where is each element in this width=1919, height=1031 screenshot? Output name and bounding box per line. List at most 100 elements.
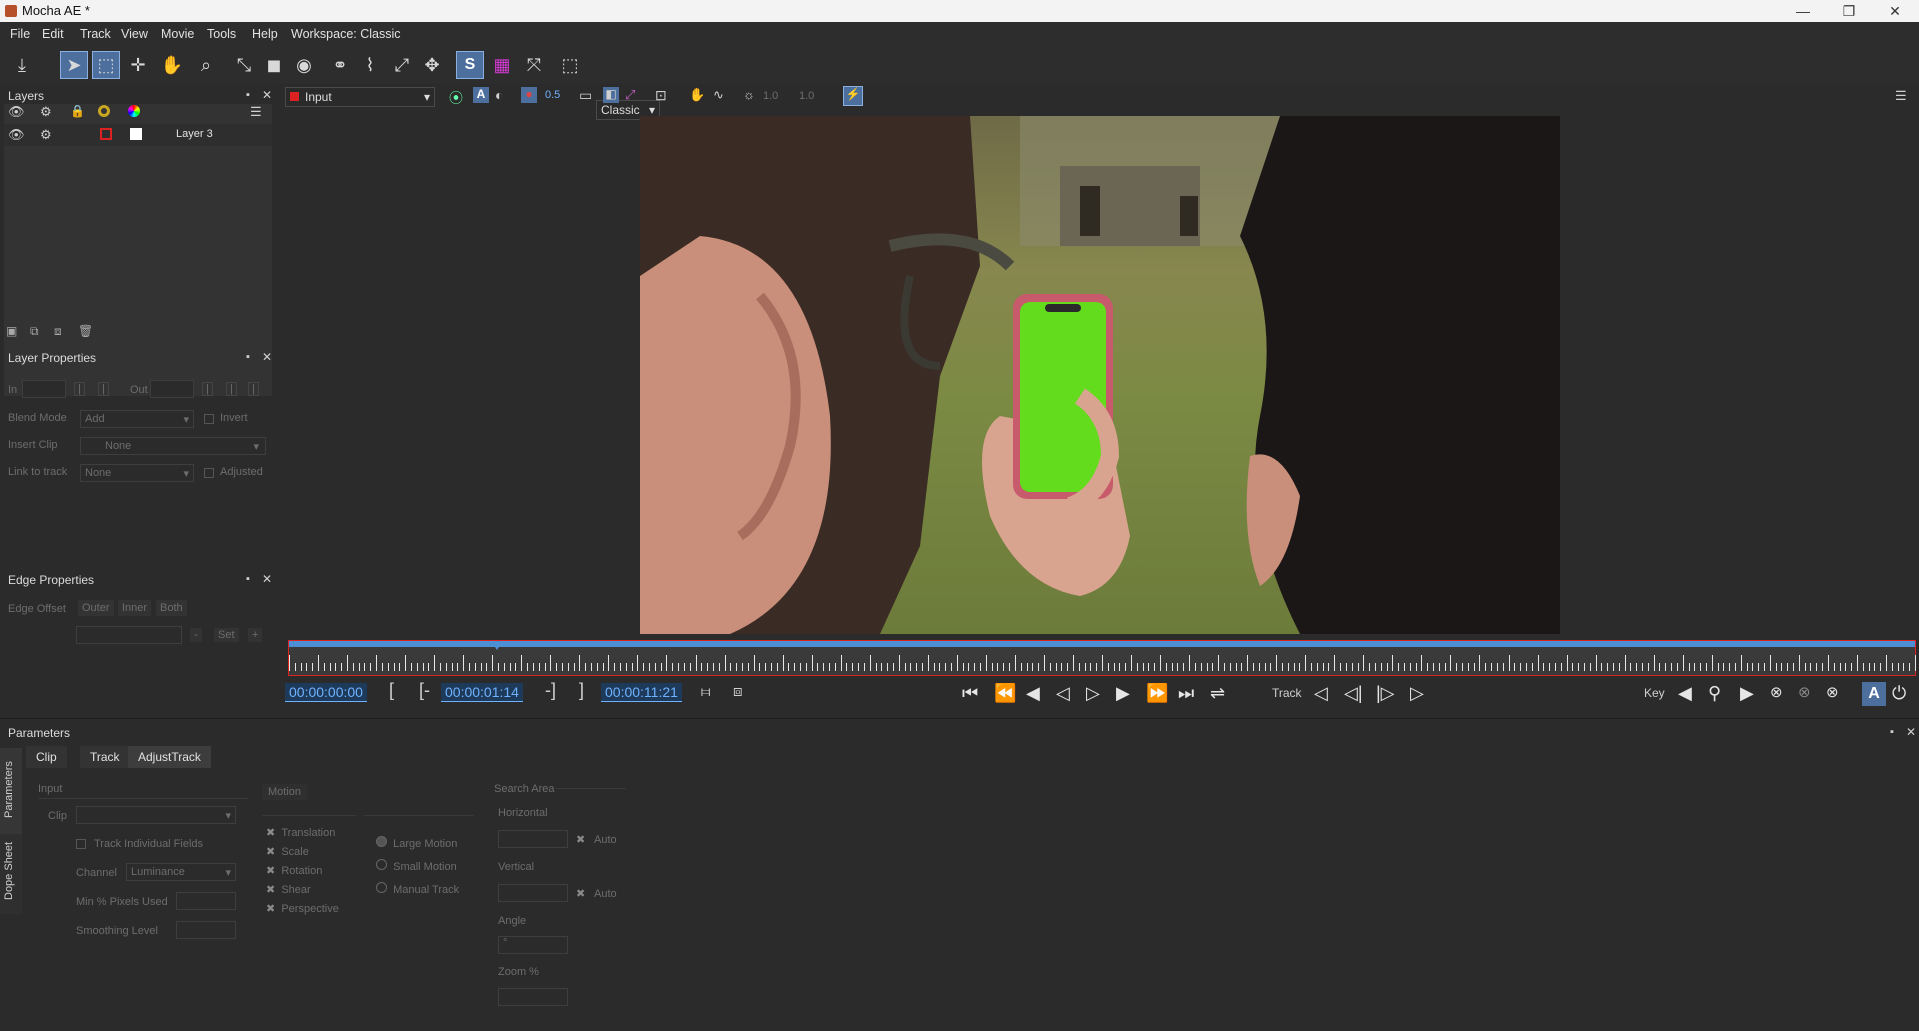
set-in-button[interactable]: |: [74, 382, 85, 396]
clear-out-button[interactable]: |: [226, 382, 237, 396]
track-backward-icon[interactable]: ◁: [1314, 683, 1328, 704]
view-source-combo[interactable]: Input ▾: [285, 87, 435, 107]
outer-button[interactable]: Outer: [78, 600, 114, 616]
track-step-back-icon[interactable]: ◁|: [1344, 683, 1363, 704]
invert-checkbox[interactable]: [204, 414, 214, 424]
clip-select[interactable]: ▾: [76, 806, 236, 824]
go-out-bracket-icon[interactable]: -]: [545, 680, 556, 701]
play-backward-icon[interactable]: ◀: [1026, 683, 1040, 704]
delete-all-keys-icon[interactable]: ⊗: [1798, 683, 1811, 701]
x-spline-tool-icon[interactable]: ⤡: [230, 51, 258, 79]
loop-icon[interactable]: ⇌: [1210, 683, 1225, 704]
horizontal-field[interactable]: [498, 830, 568, 848]
set-out-bracket-icon[interactable]: ]: [579, 680, 584, 701]
min-pixels-field[interactable]: [176, 892, 236, 910]
start-time[interactable]: 00:00:00:00: [285, 683, 367, 702]
edge-offset-field[interactable]: [76, 626, 182, 644]
value-b[interactable]: 1.0: [799, 90, 814, 102]
both-button[interactable]: Both: [156, 600, 187, 616]
prev-keyframe-icon[interactable]: ⏪: [994, 683, 1016, 704]
menu-file[interactable]: File: [10, 27, 30, 41]
vertical-field[interactable]: [498, 884, 568, 902]
layer-matte-swatch[interactable]: [130, 128, 142, 140]
vertical-auto-checkbox[interactable]: ✖: [576, 887, 585, 900]
tab-track[interactable]: Track: [80, 746, 130, 768]
angle-field[interactable]: °: [498, 936, 568, 954]
overlay-toggle-icon[interactable]: ◐: [495, 87, 503, 103]
select-tool-icon[interactable]: ➤: [60, 51, 88, 79]
menu-movie[interactable]: Movie: [161, 27, 194, 41]
add-point-tool-icon[interactable]: ✛: [124, 51, 152, 79]
value-a[interactable]: 1.0: [763, 90, 778, 102]
duplicate-layer-icon[interactable]: ⧉: [30, 324, 39, 339]
menu-track[interactable]: Track: [80, 27, 111, 41]
alpha-toggle-icon[interactable]: A: [473, 87, 489, 103]
opacity-value[interactable]: 0.5: [545, 89, 560, 101]
side-tab-dope-sheet[interactable]: Dope Sheet: [0, 834, 22, 914]
playhead-marker[interactable]: [491, 641, 503, 650]
minimize-button[interactable]: —: [1780, 0, 1826, 22]
set-in-bracket-icon[interactable]: [: [389, 680, 394, 701]
move-tool-icon[interactable]: ✥: [418, 51, 446, 79]
blend-mode-select[interactable]: Add ▾: [80, 410, 194, 428]
lock-view-icon[interactable]: ⚡: [843, 86, 863, 106]
manual-track-radio[interactable]: Manual Track: [376, 882, 459, 905]
trim-icon[interactable]: ⧦: [701, 683, 710, 700]
view-mode-icon[interactable]: ▭: [579, 87, 592, 104]
menu-tools[interactable]: Tools: [207, 27, 236, 41]
channel-select[interactable]: Luminance ▾: [126, 863, 236, 881]
step-back-icon[interactable]: ◁: [1056, 683, 1070, 704]
layer-visibility-icon[interactable]: 👁: [8, 127, 25, 143]
end-time[interactable]: 00:00:11:21: [601, 683, 682, 702]
layer-name[interactable]: Layer 3: [176, 128, 213, 140]
matte-toggle-icon[interactable]: ●: [521, 87, 537, 103]
layer-row[interactable]: 👁 ⚙ Layer 3: [4, 124, 272, 146]
close-panel-icon[interactable]: ✕: [1906, 725, 1916, 739]
next-keyframe-icon[interactable]: ⏩: [1146, 683, 1168, 704]
go-to-start-icon[interactable]: ⏮: [962, 683, 978, 704]
go-to-end-icon[interactable]: ⏭: [1178, 683, 1194, 704]
delete-keys-forward-icon[interactable]: ⊗: [1826, 683, 1839, 701]
close-panel-icon[interactable]: ✕: [262, 350, 272, 364]
brightness-icon[interactable]: ☼: [743, 87, 755, 102]
autokey-toggle-icon[interactable]: A: [1862, 682, 1886, 706]
large-motion-radio[interactable]: Large Motion: [376, 836, 459, 859]
layer-settings-icon[interactable]: ⚙: [40, 127, 52, 143]
circle-tool-icon[interactable]: ◉: [290, 51, 318, 79]
insert-clip-select[interactable]: None ▾: [80, 437, 266, 455]
curve-icon[interactable]: ∿: [713, 87, 724, 103]
surface-toggle-icon[interactable]: S: [456, 51, 484, 79]
rgb-channel-icon[interactable]: ⦿: [449, 88, 463, 108]
out-field[interactable]: [150, 380, 194, 398]
compare-view-icon[interactable]: ◧: [603, 87, 619, 103]
in-field[interactable]: [22, 380, 66, 398]
smoothing-field[interactable]: [176, 921, 236, 939]
go-in-bracket-icon[interactable]: [-: [419, 680, 430, 701]
link-tool-icon[interactable]: ⚭: [326, 51, 354, 79]
float-panel-icon[interactable]: ▪: [246, 89, 250, 101]
track-step-forward-icon[interactable]: |▷: [1376, 683, 1395, 704]
power-icon[interactable]: ⏻: [1892, 683, 1906, 704]
layer-color-swatch[interactable]: [100, 128, 112, 140]
horizontal-auto-checkbox[interactable]: ✖: [576, 833, 585, 846]
side-tab-parameters[interactable]: Parameters: [0, 748, 22, 834]
small-motion-radio[interactable]: Small Motion: [376, 859, 459, 882]
camera-icon[interactable]: ⊡: [655, 87, 667, 104]
clear-in-button[interactable]: |: [98, 382, 109, 396]
delete-layer-icon[interactable]: 🗑: [78, 324, 93, 338]
adjusted-checkbox[interactable]: [204, 468, 214, 478]
menu-help[interactable]: Help: [252, 27, 278, 41]
link-to-track-select[interactable]: None ▾: [80, 464, 194, 482]
select-points-tool-icon[interactable]: ⬚: [92, 51, 120, 79]
new-layer-icon[interactable]: ▣: [6, 324, 17, 338]
reset-range-icon[interactable]: ⧈: [733, 683, 743, 700]
save-icon[interactable]: ⤓: [8, 51, 36, 79]
maximize-button[interactable]: ❐: [1826, 0, 1872, 22]
delete-key-icon[interactable]: ⊗: [1770, 683, 1783, 701]
step-forward-icon[interactable]: ▷: [1086, 683, 1100, 704]
lasso-tool-icon[interactable]: ⌇: [356, 51, 384, 79]
transform-tool-icon[interactable]: ⤢: [388, 51, 416, 79]
viewer-menu-icon[interactable]: ☰: [1895, 88, 1907, 104]
fit-view-icon[interactable]: ⤧: [520, 51, 548, 79]
edge-decrement-button[interactable]: -: [190, 628, 202, 642]
